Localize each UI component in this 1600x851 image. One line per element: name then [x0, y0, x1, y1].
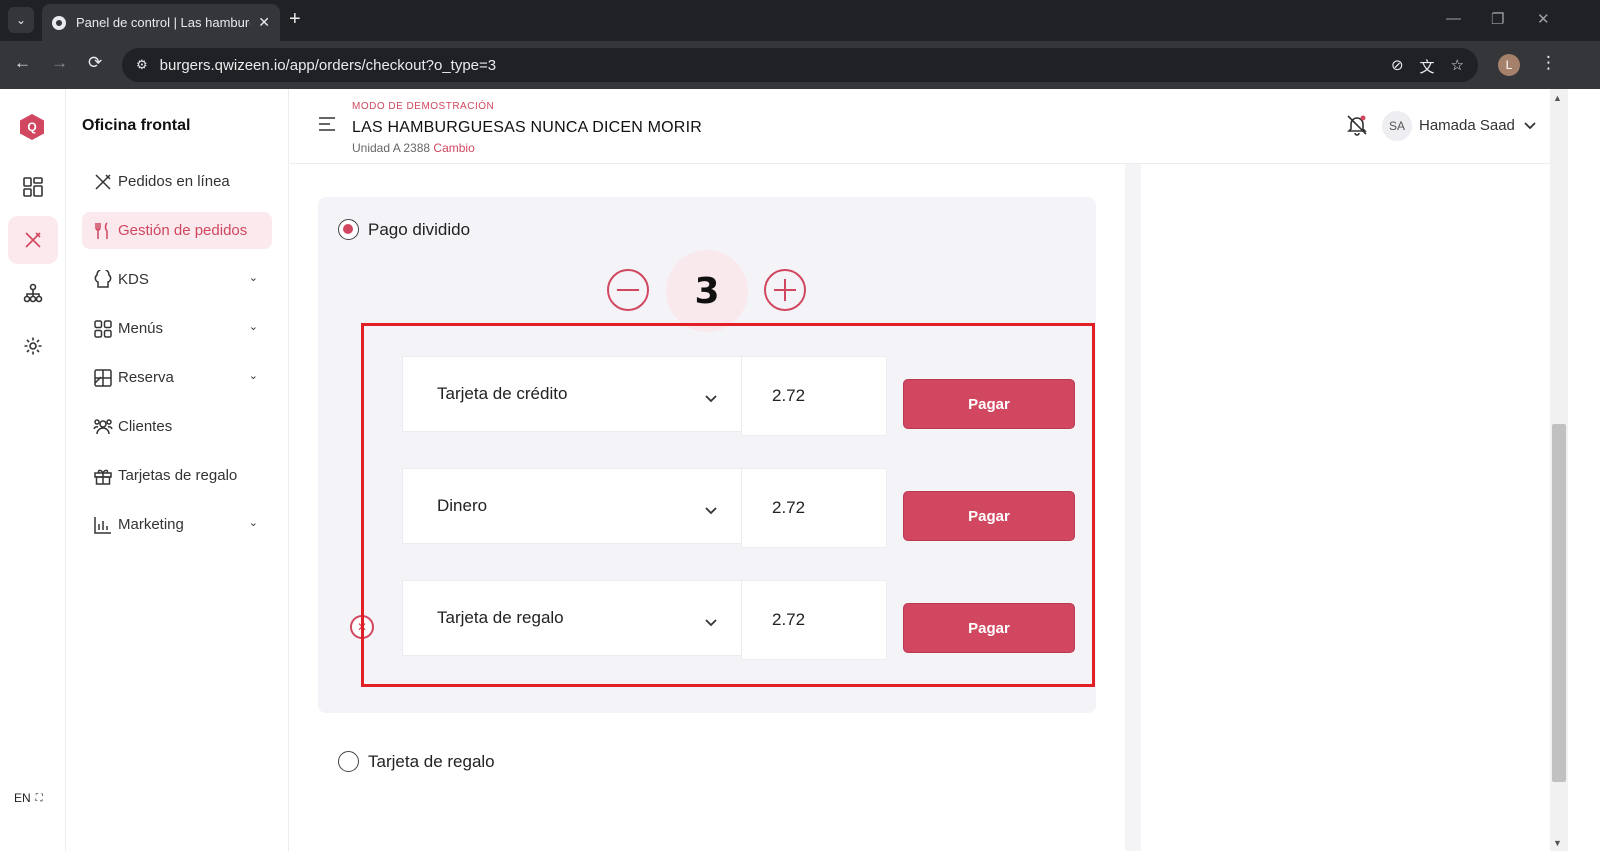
chevron-down-icon[interactable] — [1523, 118, 1537, 136]
chevron-down-icon[interactable]: ⌄ — [249, 271, 258, 284]
hamburger-menu-icon[interactable] — [318, 116, 336, 137]
sidebar-item-label: Tarjetas de regalo — [118, 467, 238, 484]
organization-icon[interactable] — [8, 269, 58, 317]
sidebar-title: Oficina frontal — [82, 117, 191, 134]
fork-knife-icon — [92, 171, 114, 193]
scroll-down-icon[interactable]: ▼ — [1553, 838, 1562, 848]
settings-gear-icon[interactable] — [8, 322, 58, 370]
tab-close-icon[interactable]: ✕ — [258, 14, 270, 31]
panel-divider — [1125, 164, 1141, 851]
sidebar-item-label: KDS — [118, 271, 149, 288]
sidebar-item-label: Menús — [118, 320, 164, 337]
sidebar-item-marketing[interactable]: Marketing ⌄ — [82, 506, 272, 543]
browser-menu-icon[interactable]: ⋮ — [1540, 53, 1557, 73]
scrollbar-thumb[interactable] — [1552, 424, 1566, 782]
user-name[interactable]: Hamada Saad — [1419, 117, 1515, 134]
highlight-box — [361, 323, 1095, 687]
orders-rail-icon[interactable] — [8, 216, 58, 264]
browser-tab-bar: ⌄ Panel de control | Las hamburg ✕ + — ❐… — [0, 0, 1600, 41]
order-summary-panel — [1141, 164, 1550, 851]
url-text[interactable]: burgers.qwizeen.io/app/orders/checkout?o… — [160, 57, 496, 74]
table-icon — [92, 367, 114, 389]
change-unit-link[interactable]: Cambio — [433, 141, 474, 155]
increase-split-button[interactable] — [764, 269, 806, 311]
grid-icon — [92, 318, 114, 340]
sidebar-item-gestion-de-pedidos[interactable]: Gestión de pedidos — [82, 212, 272, 249]
forward-arrow-icon[interactable]: → — [51, 53, 68, 73]
chevron-down-icon[interactable]: ⌄ — [249, 369, 258, 382]
sidebar-item-label: Marketing — [118, 516, 184, 533]
unit-info: Unidad A 2388 Cambio — [352, 141, 475, 155]
users-icon — [92, 416, 114, 438]
sidebar-item-kds[interactable]: KDS ⌄ — [82, 261, 272, 298]
reload-icon[interactable]: ⟳ — [88, 53, 102, 73]
favicon-icon — [52, 15, 66, 30]
window-close-icon[interactable]: ✕ — [1537, 10, 1550, 28]
tab-title: Panel de control | Las hamburg — [76, 15, 251, 30]
url-omnibox[interactable]: ⚙ burgers.qwizeen.io/app/orders/checkout… — [122, 48, 1478, 82]
restaurant-name: LAS HAMBURGUESAS NUNCA DICEN MORIR — [352, 119, 702, 136]
sidebar-item-label: Clientes — [118, 418, 173, 435]
tab-search-button[interactable]: ⌄ — [8, 7, 34, 33]
gift-card-option-label: Tarjeta de regalo — [368, 752, 495, 771]
translate-icon[interactable]: 文 — [1420, 56, 1435, 77]
decrease-split-button[interactable] — [607, 269, 649, 311]
sidebar-item-menus[interactable]: Menús ⌄ — [82, 310, 272, 347]
utensils-icon — [92, 220, 114, 242]
sidebar-item-reserva[interactable]: Reserva ⌄ — [82, 359, 272, 396]
language-code: EN — [14, 791, 31, 805]
split-payment-label: Pago dividido — [368, 220, 471, 239]
chevron-down-icon[interactable]: ⌄ — [249, 516, 258, 529]
bookmark-star-icon[interactable]: ☆ — [1451, 56, 1464, 77]
restore-icon[interactable]: ❐ — [1491, 10, 1504, 28]
chef-hat-icon — [92, 269, 114, 291]
bar-chart-icon — [92, 514, 114, 536]
dashboard-icon[interactable] — [8, 163, 58, 211]
gift-card-radio[interactable] — [338, 751, 359, 772]
new-tab-button[interactable]: + — [289, 8, 301, 31]
tracking-off-icon[interactable]: ⊘ — [1391, 56, 1404, 77]
sidebar-item-clientes[interactable]: Clientes — [82, 408, 272, 445]
fullscreen-icon[interactable]: ⛶ — [36, 793, 43, 804]
sidebar-item-tarjetas-de-regalo[interactable]: Tarjetas de regalo — [82, 457, 272, 494]
sidebar-item-pedidos-en-linea[interactable]: Pedidos en línea — [82, 163, 272, 200]
browser-tab[interactable]: Panel de control | Las hamburg ✕ — [42, 4, 280, 41]
language-switcher[interactable]: EN ⛶ — [8, 786, 56, 810]
sidebar-item-label: Gestión de pedidos — [118, 222, 248, 239]
split-payment-radio[interactable] — [338, 219, 359, 240]
scroll-up-icon[interactable]: ▲ — [1553, 93, 1562, 103]
sidebar-item-label: Pedidos en línea — [118, 173, 230, 190]
gift-icon — [92, 465, 114, 487]
user-avatar[interactable]: SA — [1382, 111, 1412, 141]
split-count: 3 — [666, 250, 748, 332]
demo-mode-label: MODO DE DEMOSTRACIÓN — [352, 101, 495, 112]
site-settings-icon[interactable]: ⚙ — [136, 57, 148, 73]
unit-label: Unidad A 2388 — [352, 141, 431, 155]
profile-avatar[interactable]: L — [1498, 54, 1520, 76]
minimize-icon[interactable]: — — [1446, 10, 1461, 27]
address-bar-row: ← → ⟳ ⚙ burgers.qwizeen.io/app/orders/ch… — [0, 41, 1600, 89]
chevron-down-icon[interactable]: ⌄ — [249, 320, 258, 333]
sidebar-item-label: Reserva — [118, 369, 174, 386]
notifications-off-icon[interactable] — [1346, 114, 1368, 141]
page-edge — [1568, 89, 1600, 851]
back-arrow-icon[interactable]: ← — [14, 53, 31, 73]
